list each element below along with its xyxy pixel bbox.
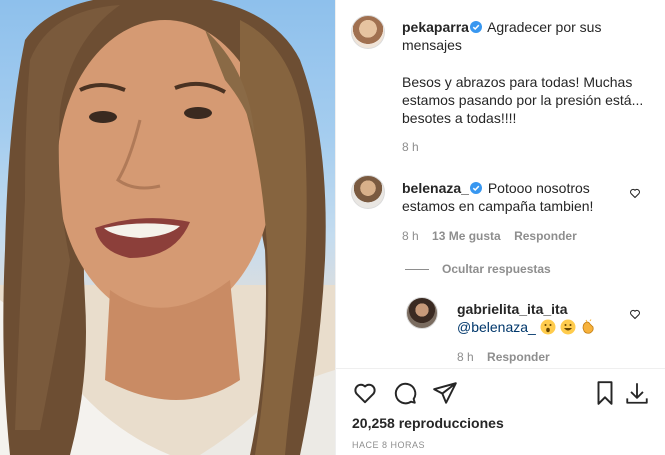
comment: belenaza_ Potooo nosotros estamos en cam… bbox=[402, 179, 627, 215]
comment-timestamp[interactable]: 8 h bbox=[402, 229, 419, 243]
commenter-username[interactable]: belenaza_ bbox=[402, 180, 469, 196]
caption-body-line: estamos pasando por la presión está... bbox=[402, 92, 644, 108]
comment-likes[interactable]: 13 Me gusta bbox=[432, 229, 501, 243]
surprised-face-emoji bbox=[540, 319, 556, 335]
verified-badge-icon bbox=[469, 21, 482, 33]
commenter-avatar[interactable] bbox=[351, 175, 385, 209]
caption-line: Agradecer por sus bbox=[487, 19, 602, 35]
paper-plane-icon[interactable] bbox=[432, 380, 458, 406]
clapping-hands-emoji bbox=[582, 319, 594, 334]
reply-mention-link[interactable]: @belenaza_ bbox=[457, 319, 536, 335]
comment-meta: 8 h 13 Me gusta Responder bbox=[402, 229, 587, 243]
author-avatar[interactable] bbox=[351, 15, 385, 49]
reply-username[interactable]: gabrielita_ita_ita bbox=[457, 301, 568, 317]
comment-reply-button[interactable]: Responder bbox=[514, 229, 577, 243]
verified-badge-icon bbox=[469, 182, 482, 194]
caption-timestamp[interactable]: 8 h bbox=[402, 140, 419, 154]
hide-replies-button[interactable]: Ocultar respuestas bbox=[442, 262, 551, 276]
download-icon[interactable] bbox=[624, 380, 650, 406]
video-still-image bbox=[0, 0, 335, 455]
reply-meta: 8 h Responder bbox=[457, 350, 560, 364]
caption-body: Besos y abrazos para todas! Muchas estam… bbox=[402, 73, 657, 127]
caption-time: 8 h bbox=[402, 140, 429, 154]
caption-line: mensajes bbox=[402, 37, 462, 53]
reply-like-heart-icon[interactable] bbox=[629, 308, 641, 320]
grinning-face-emoji bbox=[560, 319, 576, 335]
caption-body-line: besotes a todas!!!! bbox=[402, 110, 517, 126]
comment-like-heart-icon[interactable] bbox=[629, 187, 641, 199]
comments-panel: pekaparra Agradecer por sus mensajes Bes… bbox=[335, 0, 665, 455]
comment-icon[interactable] bbox=[392, 380, 418, 406]
comment-text-line: Potooo nosotros bbox=[487, 180, 590, 196]
reply: gabrielita_ita_ita @belenaza_ bbox=[457, 300, 627, 336]
comment-text-line: estamos en campaña tambien! bbox=[402, 198, 594, 214]
hide-replies-line bbox=[405, 269, 429, 270]
video-frame[interactable] bbox=[0, 0, 335, 455]
caption-body-line: Besos y abrazos para todas! Muchas bbox=[402, 74, 633, 90]
heart-icon[interactable] bbox=[352, 380, 378, 406]
reply-avatar[interactable] bbox=[406, 297, 438, 329]
view-count[interactable]: 20,258 reproducciones bbox=[352, 415, 504, 431]
reply-timestamp[interactable]: 8 h bbox=[457, 350, 474, 364]
reply-reply-button[interactable]: Responder bbox=[487, 350, 550, 364]
action-bar-divider bbox=[336, 368, 665, 369]
caption: pekaparra Agradecer por sus mensajes bbox=[402, 18, 652, 54]
author-username[interactable]: pekaparra bbox=[402, 19, 469, 35]
bookmark-icon[interactable] bbox=[592, 380, 618, 406]
post-timestamp: HACE 8 HORAS bbox=[352, 440, 426, 450]
